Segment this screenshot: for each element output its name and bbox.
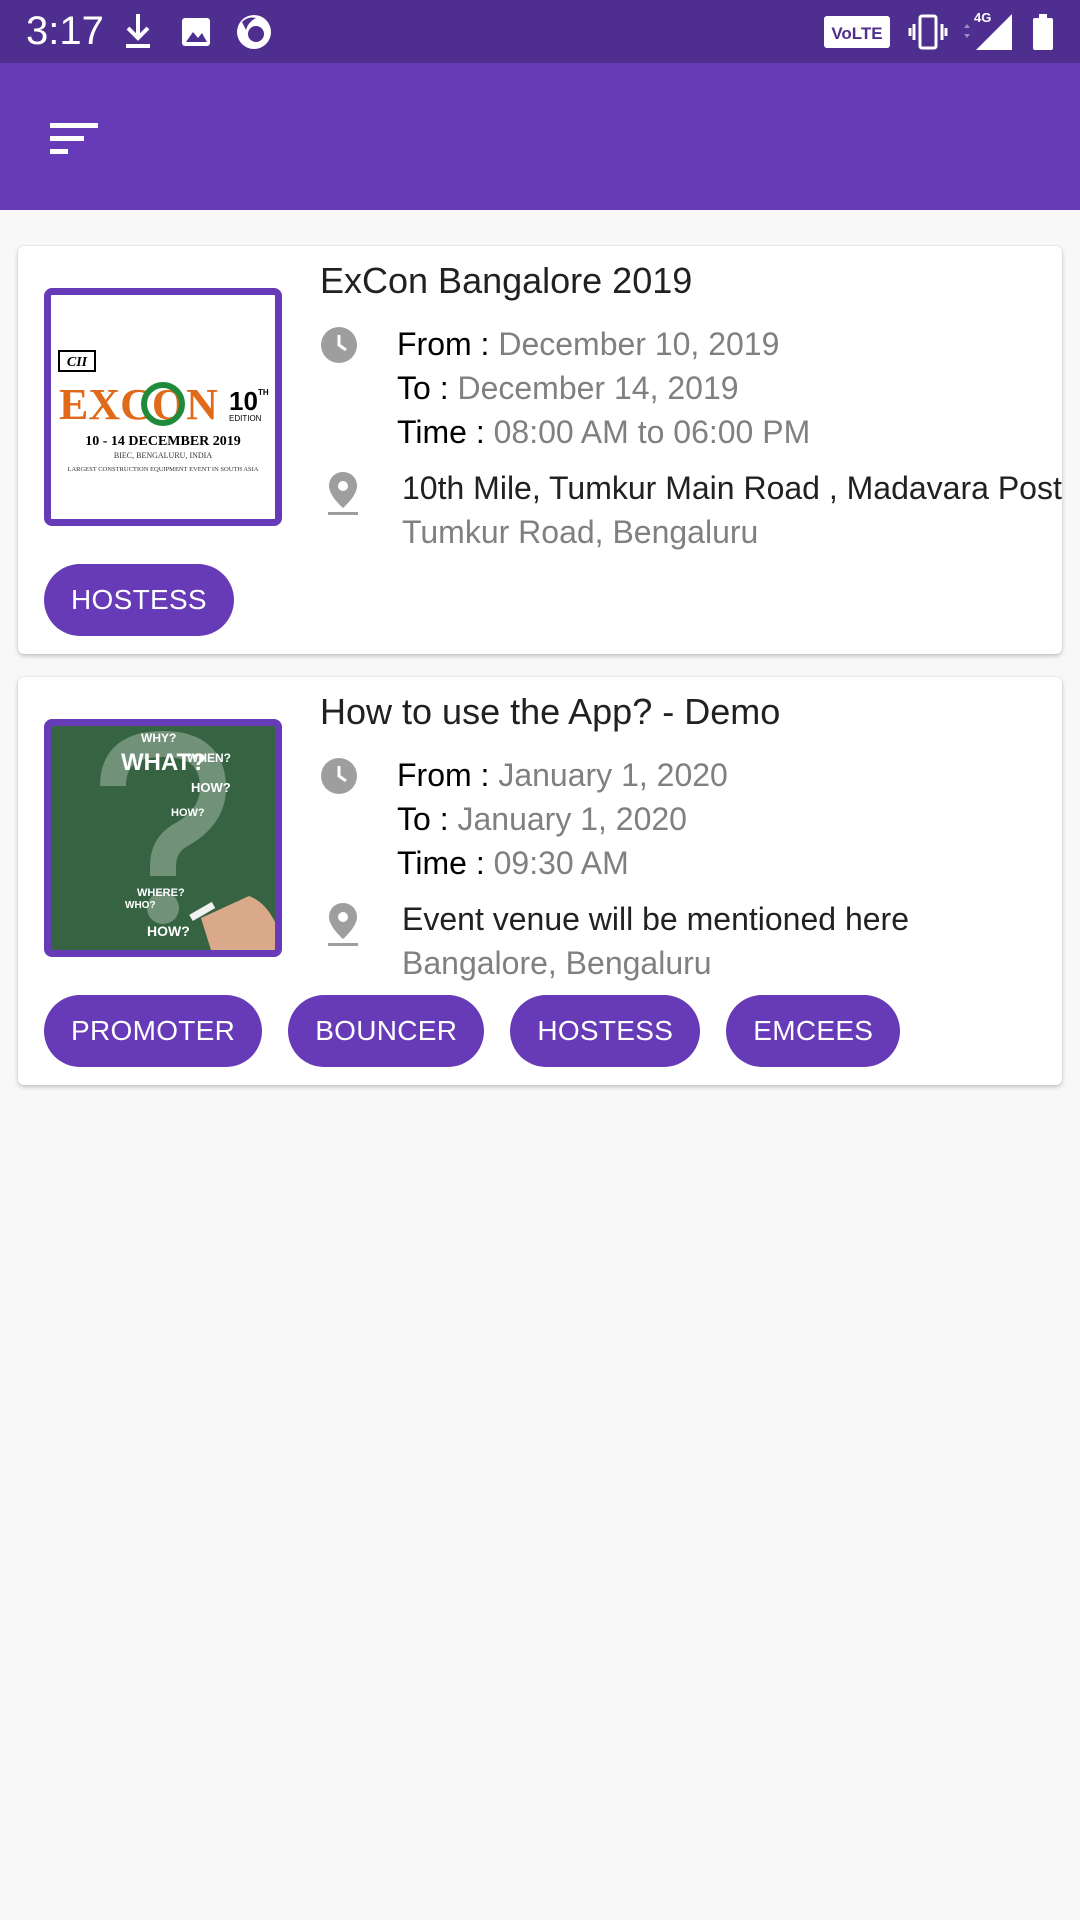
- svg-text:WHEN?: WHEN?: [187, 751, 231, 765]
- status-time: 3:17: [26, 9, 104, 53]
- battery-icon: [1032, 14, 1054, 55]
- svg-text:WHERE?: WHERE?: [137, 887, 185, 899]
- svg-text:CII: CII: [67, 355, 88, 370]
- image-icon: [180, 12, 212, 57]
- time-value: 09:30 AM: [493, 845, 629, 881]
- venue-city: Bangalore, Bengaluru: [402, 945, 712, 981]
- firefox-icon: [234, 12, 274, 57]
- role-chip-bouncer[interactable]: BOUNCER: [288, 995, 485, 1067]
- location-pin-icon: [326, 901, 360, 952]
- event-venue: Event venue will be mentioned here Banga…: [402, 897, 909, 985]
- svg-text:EXCON: EXCON: [59, 380, 218, 429]
- svg-text:HOW?: HOW?: [147, 923, 190, 939]
- sort-menu-icon: [48, 121, 100, 162]
- svg-text:VoLTE: VoLTE: [831, 24, 882, 43]
- venue-city: Tumkur Road, Bengaluru: [402, 514, 759, 550]
- role-chips: PROMOTER BOUNCER HOSTESS EMCEES: [44, 995, 901, 1067]
- venue-address: 10th Mile, Tumkur Main Road , Madavara P…: [402, 470, 1062, 506]
- role-chip-emcees[interactable]: EMCEES: [726, 995, 901, 1067]
- event-venue: 10th Mile, Tumkur Main Road , Madavara P…: [402, 466, 1062, 554]
- from-value: December 10, 2019: [498, 326, 780, 362]
- role-chips: HOSTESS: [44, 564, 234, 636]
- svg-text:WHY?: WHY?: [141, 731, 176, 745]
- svg-text:BIEC, BENGALURU, INDIA: BIEC, BENGALURU, INDIA: [114, 451, 212, 460]
- to-value: January 1, 2020: [457, 801, 687, 837]
- role-chip-promoter[interactable]: PROMOTER: [44, 995, 263, 1067]
- clock-icon: [320, 326, 358, 369]
- svg-text:LARGEST CONSTRUCTION EQUIPMENT: LARGEST CONSTRUCTION EQUIPMENT EVENT IN …: [67, 466, 258, 473]
- event-card[interactable]: WHY? WHAT? WHEN? HOW? HOW? WHERE? WHO? H…: [18, 677, 1062, 1085]
- svg-text:4G: 4G: [974, 10, 991, 25]
- vibrate-icon: [908, 12, 948, 57]
- to-value: December 14, 2019: [457, 370, 739, 406]
- svg-text:10: 10: [229, 386, 258, 416]
- svg-text:WHO?: WHO?: [125, 900, 156, 911]
- svg-text:HOW?: HOW?: [191, 780, 231, 795]
- status-bar: 3:17 VoLTE 4G: [0, 0, 1080, 63]
- svg-text:TH: TH: [258, 388, 269, 397]
- event-title: How to use the App? - Demo: [320, 691, 781, 732]
- app-bar: [0, 63, 1080, 210]
- clock-icon: [320, 757, 358, 800]
- menu-button[interactable]: [36, 103, 112, 179]
- volte-icon: VoLTE: [824, 16, 890, 53]
- download-icon: [122, 12, 154, 57]
- event-thumbnail: CII EXCON 10 TH EDITION 10 - 14 DECEMBER…: [44, 288, 282, 526]
- svg-text:EDITION: EDITION: [229, 414, 262, 423]
- event-dates: From : January 1, 2020 To : January 1, 2…: [397, 753, 728, 885]
- svg-text:HOW?: HOW?: [171, 807, 205, 819]
- location-pin-icon: [326, 470, 360, 521]
- role-chip-hostess[interactable]: HOSTESS: [510, 995, 701, 1067]
- event-dates: From : December 10, 2019 To : December 1…: [397, 322, 810, 454]
- event-card[interactable]: CII EXCON 10 TH EDITION 10 - 14 DECEMBER…: [18, 246, 1062, 654]
- time-value: 08:00 AM to 06:00 PM: [493, 414, 811, 450]
- event-title: ExCon Bangalore 2019: [320, 260, 693, 301]
- from-label: From :: [397, 326, 490, 362]
- event-thumbnail: WHY? WHAT? WHEN? HOW? HOW? WHERE? WHO? H…: [44, 719, 282, 957]
- venue-address: Event venue will be mentioned here: [402, 901, 909, 937]
- from-value: January 1, 2020: [498, 757, 728, 793]
- to-label: To :: [397, 370, 449, 406]
- signal-icon: 4G: [958, 10, 1014, 57]
- svg-text:10 - 14 DECEMBER 2019: 10 - 14 DECEMBER 2019: [85, 434, 241, 449]
- role-chip-hostess[interactable]: HOSTESS: [44, 564, 234, 636]
- time-label: Time :: [397, 845, 485, 881]
- to-label: To :: [397, 801, 449, 837]
- time-label: Time :: [397, 414, 485, 450]
- from-label: From :: [397, 757, 490, 793]
